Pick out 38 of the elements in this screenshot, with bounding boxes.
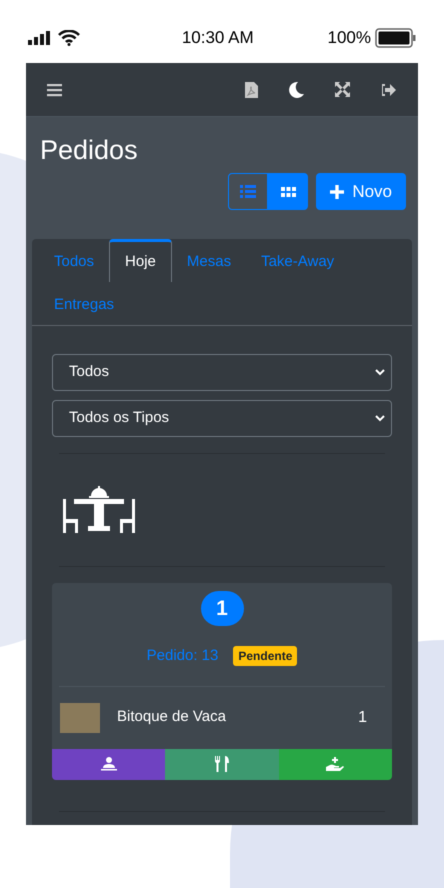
- order-title: Pedido: 13: [146, 646, 218, 666]
- signal-icon: [28, 31, 53, 45]
- grid-view-button[interactable]: [268, 173, 308, 210]
- pdf-file-icon[interactable]: [245, 82, 258, 98]
- plus-icon: [330, 184, 344, 198]
- sign-out-icon[interactable]: [380, 82, 396, 96]
- filter-select[interactable]: Todos: [52, 354, 392, 391]
- menu-icon[interactable]: [47, 82, 62, 96]
- wifi-icon: [58, 30, 80, 46]
- item-quantity: 1: [358, 708, 367, 728]
- order-number: 1: [200, 591, 244, 626]
- waiter-icon: [100, 756, 118, 772]
- grid-icon: [280, 186, 296, 196]
- item-name: Bitoque de Vaca: [117, 707, 226, 728]
- page-title: Pedidos: [40, 137, 139, 164]
- tab[interactable]: Take-Away: [246, 239, 350, 282]
- status-badge: Pendente: [233, 646, 298, 666]
- battery-percent: 100%: [328, 27, 371, 50]
- photo-placeholder: [60, 702, 100, 732]
- tab[interactable]: Todos: [39, 239, 110, 282]
- list-icon: [240, 185, 256, 198]
- tab[interactable]: Mesas: [172, 239, 246, 282]
- expand-icon[interactable]: [335, 82, 350, 97]
- tab[interactable]: Entregas: [39, 282, 130, 325]
- new-button[interactable]: Novo: [316, 173, 406, 210]
- filter-select[interactable]: Todos os Tipos: [52, 400, 392, 437]
- moon-icon[interactable]: [288, 81, 305, 98]
- chevron-down-icon: [375, 415, 385, 422]
- hand-plus-icon: [326, 756, 344, 772]
- hand-action-button[interactable]: [278, 748, 392, 780]
- tab[interactable]: Hoje: [109, 239, 172, 282]
- waiter-action-button[interactable]: [52, 748, 166, 780]
- chevron-down-icon: [375, 369, 385, 376]
- battery-icon: [375, 28, 416, 48]
- cutlery-action-button[interactable]: [165, 748, 279, 780]
- fork-knife-icon: [214, 756, 229, 772]
- status-time: 10:30 AM: [182, 27, 254, 50]
- restaurant-table-icon: [63, 486, 135, 534]
